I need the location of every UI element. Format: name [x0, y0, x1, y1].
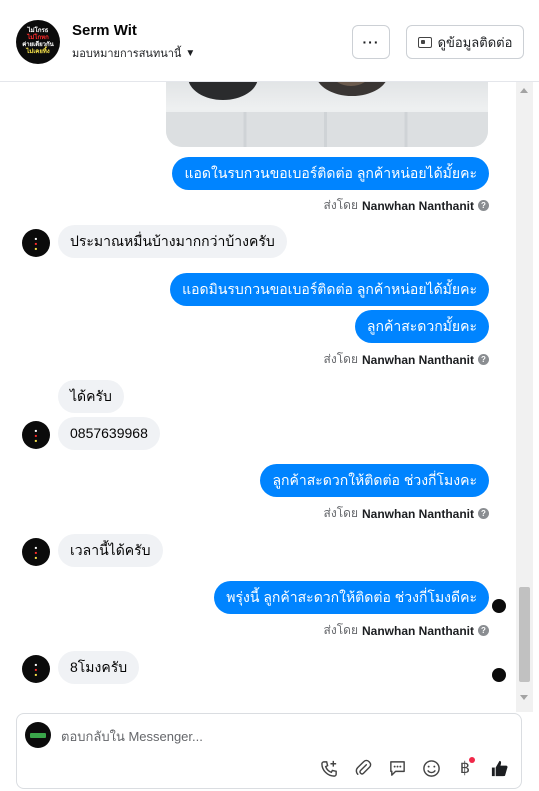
- info-icon[interactable]: ?: [478, 508, 489, 519]
- sent-by-label: ส่งโดย Nanwhan Nanthanit ?: [324, 196, 489, 215]
- sender-name: Nanwhan Nanthanit: [361, 506, 474, 521]
- assign-label: มอบหมายการสนทนานี้: [72, 48, 182, 60]
- incoming-message[interactable]: ได้ครับ: [58, 380, 124, 413]
- more-icon: ···: [362, 34, 380, 50]
- conversation-header: ไม่โกรธ ไม่โกหก ค่ายเดียวกัน ไม่เคยทิ้ง …: [0, 0, 539, 82]
- seen-indicator-avatar: [492, 599, 506, 613]
- photo-floor-shape: [166, 112, 488, 147]
- view-contact-button[interactable]: ดูข้อมูลติดต่อ: [406, 25, 524, 59]
- contact-avatar[interactable]: ■ ■ ■: [22, 421, 50, 449]
- composer-toolbar: ฿: [317, 756, 511, 780]
- avatar-text-line: ไม่โกรธ: [27, 28, 49, 34]
- sent-by-label: ส่งโดย Nanwhan Nanthanit ?: [324, 350, 489, 369]
- photo-wheel-shape: [188, 82, 258, 100]
- seen-indicator-avatar: [492, 668, 506, 682]
- thread-scrollbar[interactable]: [516, 82, 533, 712]
- sent-by-label: ส่งโดย Nanwhan Nanthanit ?: [324, 504, 489, 523]
- sent-by-prefix: ส่งโดย: [323, 198, 358, 212]
- outgoing-message[interactable]: แอดในรบกวนขอเบอร์ติดต่อ ลูกค้าหน่อยได้มั…: [172, 157, 489, 190]
- outgoing-message[interactable]: ลูกค้าสะดวกมั้ยคะ: [354, 310, 489, 343]
- thumbs-up-icon[interactable]: [487, 756, 511, 780]
- scrollbar-thumb[interactable]: [519, 587, 530, 682]
- incoming-message[interactable]: 0857639968: [58, 417, 160, 450]
- incoming-message[interactable]: 8โมงครับ: [58, 651, 140, 684]
- page-avatar[interactable]: ไม่โกรธ ไม่โกหก ค่ายเดียวกัน ไม่เคยทิ้ง: [16, 20, 60, 64]
- incoming-message[interactable]: ประมาณหมื่นบ้างมากกว่าบ้างครับ: [58, 225, 287, 258]
- info-icon[interactable]: ?: [478, 354, 489, 365]
- message-thread[interactable]: แอดในรบกวนขอเบอร์ติดต่อ ลูกค้าหน่อยได้มั…: [0, 82, 516, 712]
- sender-name: Nanwhan Nanthanit: [361, 623, 474, 638]
- more-options-button[interactable]: ···: [352, 25, 390, 59]
- outgoing-message[interactable]: พรุ่งนี้ ลูกค้าสะดวกให้ติดต่อ ช่วงกี่โมง…: [214, 581, 489, 614]
- avatar-text-line: ค่ายเดียวกัน: [22, 42, 54, 48]
- reply-input[interactable]: [61, 726, 501, 746]
- shared-photo[interactable]: [166, 82, 488, 147]
- sent-by-label: ส่งโดย Nanwhan Nanthanit ?: [324, 621, 489, 640]
- baht-payment-icon[interactable]: ฿: [453, 756, 477, 780]
- contact-card-icon: [417, 36, 432, 48]
- paperclip-icon[interactable]: [351, 756, 375, 780]
- avatar-text-line: ไม่โกหก: [27, 35, 49, 41]
- outgoing-message[interactable]: แอดมินรบกวนขอเบอร์ติดต่อ ลูกค้าหน่อยได้ม…: [170, 273, 489, 306]
- sender-name: Nanwhan Nanthanit: [361, 198, 474, 213]
- notification-dot: [469, 757, 475, 763]
- contact-name[interactable]: Serm Wit: [72, 22, 137, 39]
- sender-name: Nanwhan Nanthanit: [361, 352, 474, 367]
- page-avatar-small: [25, 722, 51, 748]
- outgoing-message[interactable]: ลูกค้าสะดวกให้ติดต่อ ช่วงกี่โมงคะ: [260, 464, 489, 497]
- photo-wheel-shape: [316, 82, 388, 96]
- view-contact-label: ดูข้อมูลติดต่อ: [437, 34, 513, 50]
- assign-conversation-dropdown[interactable]: มอบหมายการสนทนานี้ ▼: [72, 44, 195, 62]
- avatar-text-line: ไม่เคยทิ้ง: [26, 49, 50, 55]
- phone-plus-icon[interactable]: [317, 756, 341, 780]
- emoji-icon[interactable]: [419, 756, 443, 780]
- scroll-down-arrow-icon[interactable]: [520, 695, 528, 700]
- sent-by-prefix: ส่งโดย: [323, 506, 358, 520]
- reply-composer: ฿: [16, 713, 522, 789]
- info-icon[interactable]: ?: [478, 200, 489, 211]
- caret-down-icon: ▼: [185, 47, 196, 59]
- contact-avatar[interactable]: ■ ■ ■: [22, 229, 50, 257]
- sent-by-prefix: ส่งโดย: [323, 623, 358, 637]
- info-icon[interactable]: ?: [478, 625, 489, 636]
- saved-reply-icon[interactable]: [385, 756, 409, 780]
- incoming-message[interactable]: เวลานี้ได้ครับ: [58, 534, 163, 567]
- contact-avatar[interactable]: ■ ■ ■: [22, 655, 50, 683]
- sent-by-prefix: ส่งโดย: [323, 352, 358, 366]
- scroll-up-arrow-icon[interactable]: [520, 88, 528, 93]
- contact-avatar[interactable]: ■ ■ ■: [22, 538, 50, 566]
